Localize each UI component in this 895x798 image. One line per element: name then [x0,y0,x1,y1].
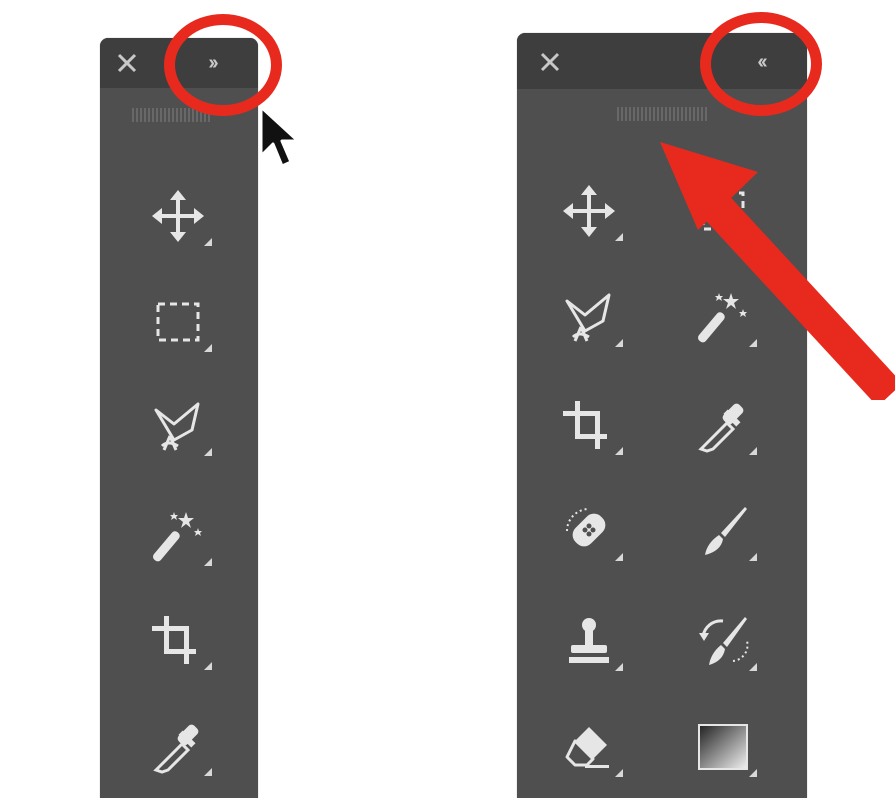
flyout-indicator-icon [749,663,757,671]
double-chevron-right-icon: ›› [208,51,218,74]
panel-gripper[interactable] [617,107,707,121]
flyout-indicator-icon [204,558,212,566]
flyout-indicator-icon [615,339,623,347]
flyout-indicator-icon [204,662,212,670]
gradient-icon [693,717,753,777]
double-chevron-left-icon: ‹‹ [757,50,767,73]
eraser-icon [559,717,619,777]
flyout-indicator-icon [615,447,623,455]
flyout-indicator-icon [615,553,623,561]
brush-icon [693,501,753,561]
tool-lasso[interactable] [547,281,627,353]
tools-panel-single-column: ›› [100,38,258,798]
tool-crop[interactable] [136,604,216,676]
flyout-indicator-icon [749,447,757,455]
tool-lasso[interactable] [136,390,216,462]
mouse-pointer-icon [259,105,300,168]
close-icon [540,52,560,72]
close-panel-button[interactable] [535,47,565,77]
flyout-indicator-icon [204,344,212,352]
close-icon [117,53,137,73]
flyout-indicator-icon [204,448,212,456]
eyedropper-icon [148,716,208,776]
tool-gradient[interactable] [681,711,761,783]
healing-brush-icon [559,501,619,561]
flyout-indicator-icon [615,233,623,241]
rectangular-marquee-icon [148,292,208,352]
move-icon [559,181,619,241]
tool-move[interactable] [136,180,216,252]
tool-history-brush[interactable] [681,605,761,677]
expand-columns-button[interactable]: ›› [192,48,232,78]
red-arrow-annotation [660,142,895,400]
close-panel-button[interactable] [112,48,142,78]
tool-rectangular-marquee[interactable] [136,286,216,358]
panel-gripper[interactable] [132,108,212,122]
flyout-indicator-icon [749,769,757,777]
panel-titlebar[interactable]: ›› [100,38,258,88]
tool-move[interactable] [547,175,627,247]
tool-healing-brush[interactable] [547,495,627,567]
collapse-columns-button[interactable]: ‹‹ [741,47,781,77]
flyout-indicator-icon [615,663,623,671]
tool-clone-stamp[interactable] [547,605,627,677]
panel-titlebar[interactable]: ‹‹ [517,33,807,89]
move-icon [148,186,208,246]
lasso-icon [148,396,208,456]
crop-icon [148,610,208,670]
magic-wand-icon [148,506,208,566]
flyout-indicator-icon [749,553,757,561]
tool-eraser[interactable] [547,711,627,783]
flyout-indicator-icon [204,238,212,246]
eyedropper-icon [693,395,753,455]
tool-brush[interactable] [681,495,761,567]
lasso-icon [559,287,619,347]
flyout-indicator-icon [615,769,623,777]
tool-magic-wand[interactable] [136,500,216,572]
history-brush-icon [693,611,753,671]
tool-eyedropper[interactable] [136,710,216,782]
clone-stamp-icon [559,611,619,671]
flyout-indicator-icon [204,768,212,776]
crop-icon [559,395,619,455]
tool-crop[interactable] [547,389,627,461]
